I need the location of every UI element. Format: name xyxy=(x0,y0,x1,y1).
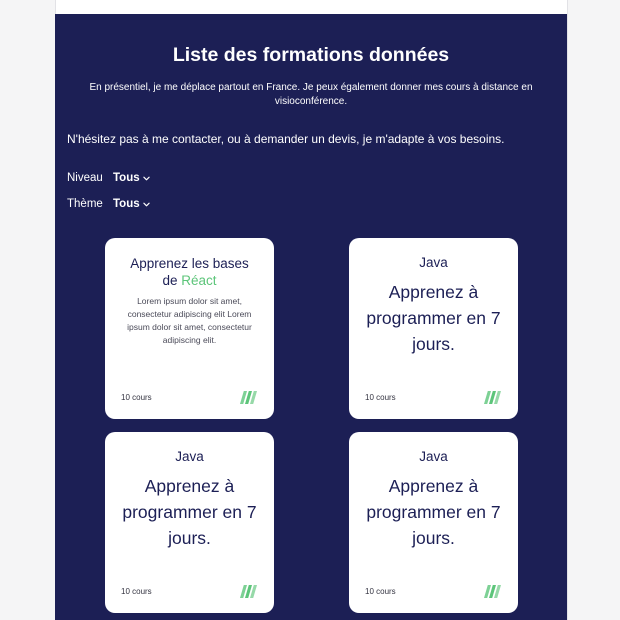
course-category: Java xyxy=(175,449,204,464)
course-count: 10 cours xyxy=(121,393,152,402)
course-title: Apprenez à programmer en 7 jours. xyxy=(122,476,257,548)
course-card-java[interactable]: Java Apprenez à programmer en 7 jours. 1… xyxy=(349,238,518,419)
course-card-java[interactable]: Java Apprenez à programmer en 7 jours. 1… xyxy=(105,432,274,613)
stripes-icon xyxy=(240,585,258,598)
course-count: 10 cours xyxy=(121,587,152,596)
stripes-icon xyxy=(240,391,258,404)
course-title: Apprenez à programmer en 7 jours. xyxy=(366,476,501,548)
dropdown-value[interactable]: Tous xyxy=(113,196,140,212)
course-count: 10 cours xyxy=(365,393,396,402)
course-title: Apprenez à programmer en 7 jours. xyxy=(366,282,501,354)
filter-label: Niveau xyxy=(67,172,103,184)
chevron-down-icon[interactable] xyxy=(142,202,150,207)
filter-label: Thème xyxy=(67,198,103,210)
niveau-dropdown[interactable]: Tous xyxy=(113,170,150,186)
filter-niveau: Niveau Tous xyxy=(67,170,150,186)
contact-note: N'hésitez pas à me contacter, ou à deman… xyxy=(67,132,505,146)
theme-dropdown[interactable]: Tous xyxy=(113,196,150,212)
course-category: Java xyxy=(419,255,448,270)
stripes-icon xyxy=(484,391,502,404)
top-strip xyxy=(55,0,567,14)
course-title-highlight: Réact xyxy=(181,273,217,288)
course-count: 10 cours xyxy=(365,587,396,596)
course-description: Lorem ipsum dolor sit amet, consectetur … xyxy=(127,296,252,345)
filter-theme: Thème Tous xyxy=(67,196,150,212)
course-title: Apprenez les bases de Réact xyxy=(124,255,255,289)
intro-text: En présentiel, je me déplace partout en … xyxy=(89,82,533,107)
page-title: Liste des formations données xyxy=(172,44,450,66)
course-card-java[interactable]: Java Apprenez à programmer en 7 jours. 1… xyxy=(349,432,518,613)
panel-right-edge xyxy=(567,0,568,620)
formations-section: Liste des formations données En présenti… xyxy=(55,14,567,620)
dropdown-value[interactable]: Tous xyxy=(113,170,140,186)
course-category: Java xyxy=(419,449,448,464)
course-card-react[interactable]: Apprenez les bases de Réact Lorem ipsum … xyxy=(105,238,274,419)
stripes-icon xyxy=(484,585,502,598)
chevron-down-icon[interactable] xyxy=(142,176,150,181)
